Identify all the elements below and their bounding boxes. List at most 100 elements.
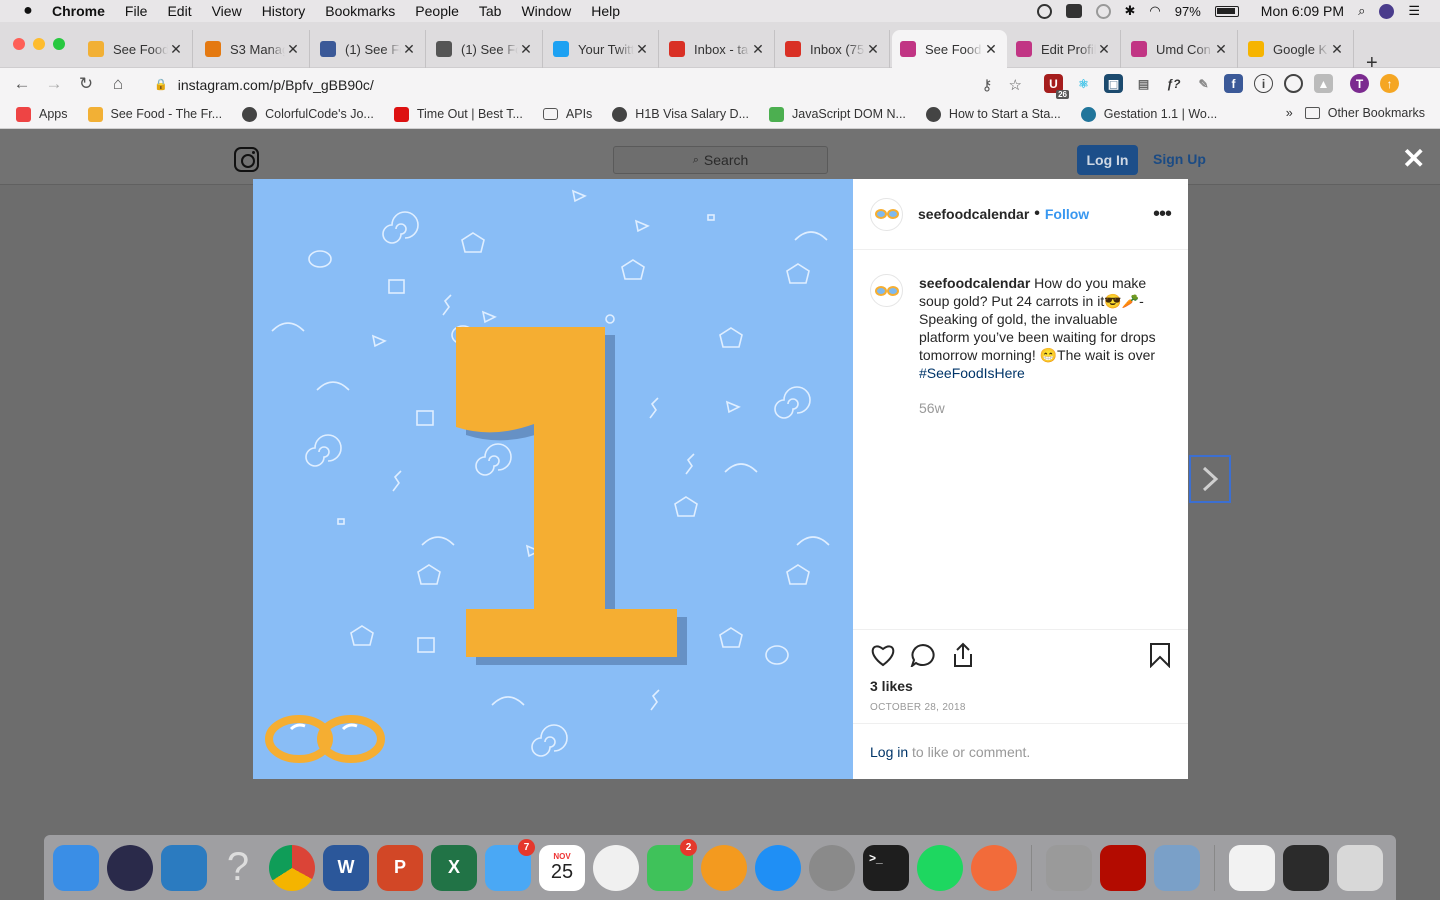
update-icon[interactable]: ↑ xyxy=(1380,74,1399,93)
messages-icon[interactable]: 7 xyxy=(485,838,535,891)
menu-file[interactable]: File xyxy=(125,3,148,19)
bluetooth-icon[interactable]: ✱ xyxy=(1125,3,1136,19)
like-heart-icon[interactable] xyxy=(870,643,896,667)
notification-center-icon[interactable]: ☰ xyxy=(1408,3,1420,19)
bookmark-3[interactable]: Time Out | Best T... xyxy=(393,106,523,122)
books-icon[interactable] xyxy=(701,844,747,891)
close-tab-icon[interactable]: ✕ xyxy=(634,41,650,58)
acrobat-icon[interactable] xyxy=(1100,844,1146,891)
apple-menu-icon[interactable]: ● xyxy=(18,2,38,20)
bookmark-5[interactable]: H1B Visa Salary D... xyxy=(612,106,749,122)
system-preferences-icon[interactable] xyxy=(809,844,855,891)
tab-7[interactable]: See Food ✕ xyxy=(892,30,1007,68)
close-tab-icon[interactable]: ✕ xyxy=(518,41,534,58)
generic-extension-icon[interactable]: ▲ xyxy=(1314,74,1333,93)
profile-avatar[interactable]: T xyxy=(1350,74,1369,93)
menu-view[interactable]: View xyxy=(212,3,242,19)
reload-icon[interactable]: ↻ xyxy=(70,74,102,94)
save-bookmark-icon[interactable] xyxy=(1149,642,1171,668)
calculator-icon[interactable] xyxy=(1046,844,1092,891)
caption-avatar[interactable] xyxy=(870,274,903,307)
preview-icon[interactable] xyxy=(1154,844,1200,891)
tab-8[interactable]: Edit Profile✕ xyxy=(1008,30,1121,68)
menu-bookmarks[interactable]: Bookmarks xyxy=(325,3,395,19)
comment-icon[interactable] xyxy=(910,643,936,667)
signup-link[interactable]: Sign Up xyxy=(1153,151,1206,167)
window-zoom-button[interactable] xyxy=(53,38,65,50)
postman-icon[interactable] xyxy=(971,844,1017,891)
menu-people[interactable]: People xyxy=(415,3,459,19)
circle-extension-icon[interactable] xyxy=(1284,74,1303,93)
instagram-logo-icon[interactable] xyxy=(234,147,259,172)
share-icon[interactable] xyxy=(950,642,976,668)
bookmark-star-icon[interactable]: ☆ xyxy=(1009,76,1022,94)
battery-icon[interactable] xyxy=(1214,5,1239,17)
bookmark-0[interactable]: Apps xyxy=(16,106,68,122)
chrome-icon[interactable] xyxy=(269,844,315,891)
word-icon[interactable]: W xyxy=(323,844,369,891)
terminal-icon[interactable]: >_ xyxy=(863,844,909,891)
lock-icon[interactable]: 🔒 xyxy=(154,78,168,91)
tab-2[interactable]: (1) See Food✕ xyxy=(312,30,426,68)
bookmark-1[interactable]: See Food - The Fr... xyxy=(87,106,222,122)
back-icon[interactable]: ← xyxy=(6,74,38,94)
close-tab-icon[interactable]: ✕ xyxy=(285,41,301,58)
tab-10[interactable]: Google K ✕ xyxy=(1240,30,1354,68)
post-age[interactable]: 56w xyxy=(919,399,1171,417)
bookmarks-overflow-button[interactable]: » xyxy=(1286,106,1293,120)
tab-4[interactable]: Your Twitter✕ xyxy=(545,30,659,68)
help-icon[interactable]: ? xyxy=(215,845,261,891)
calendar-icon[interactable]: NOV 25 xyxy=(539,844,585,891)
close-tab-icon[interactable]: ✕ xyxy=(865,41,881,58)
sync-icon[interactable] xyxy=(1095,3,1111,19)
bookmark-8[interactable]: Gestation 1.1 | Wo... xyxy=(1080,106,1217,122)
bookmark-7[interactable]: How to Start a Sta... xyxy=(925,106,1061,122)
close-tab-icon[interactable]: ✕ xyxy=(1213,41,1229,58)
post-image[interactable] xyxy=(253,179,853,779)
key-icon[interactable]: ⚷ xyxy=(982,76,993,94)
tab-6[interactable]: Inbox (75 ✕ xyxy=(777,30,890,68)
window-minimize-button[interactable] xyxy=(33,38,45,50)
spotify-icon[interactable] xyxy=(917,844,963,891)
close-tab-icon[interactable]: ✕ xyxy=(750,41,766,58)
close-tab-icon[interactable]: ✕ xyxy=(983,41,999,58)
appstore-icon[interactable] xyxy=(755,844,801,891)
creative-cloud-icon[interactable] xyxy=(1036,3,1052,19)
home-icon[interactable]: ⌂ xyxy=(102,74,134,94)
author-username[interactable]: seefoodcalendar xyxy=(918,206,1029,222)
url-text[interactable]: instagram.com/p/Bpfv_gBB90c/ xyxy=(178,77,374,93)
menu-tab[interactable]: Tab xyxy=(479,3,502,19)
layout-extension-icon[interactable]: ▤ xyxy=(1134,74,1153,93)
photos-icon[interactable] xyxy=(593,844,639,891)
trash-icon[interactable] xyxy=(1337,844,1383,891)
info-extension-icon[interactable]: i xyxy=(1254,74,1273,93)
spotlight-search-icon[interactable]: ⌕ xyxy=(1358,3,1365,19)
tab-3[interactable]: (1) See Food✕ xyxy=(428,30,543,68)
comment-login-link[interactable]: Log in xyxy=(870,744,908,760)
menu-history[interactable]: History xyxy=(262,3,306,19)
documents-icon[interactable] xyxy=(1229,844,1275,891)
like-count[interactable]: 3 likes xyxy=(870,678,1171,694)
powerpoint-icon[interactable]: P xyxy=(377,844,423,891)
ig-search-input[interactable]: ⌕ Search xyxy=(613,146,828,174)
bookmark-4[interactable]: APIs xyxy=(542,107,592,121)
window-close-button[interactable] xyxy=(13,38,25,50)
forward-icon[interactable]: → xyxy=(38,74,70,94)
tab-0[interactable]: See Food ✕ xyxy=(80,30,193,68)
close-tab-icon[interactable]: ✕ xyxy=(168,41,184,58)
finder-icon[interactable] xyxy=(53,844,99,891)
follow-button[interactable]: Follow xyxy=(1045,206,1089,222)
caption-username[interactable]: seefoodcalendar xyxy=(919,275,1030,291)
login-button[interactable]: Log In xyxy=(1077,145,1138,175)
menu-window[interactable]: Window xyxy=(521,3,571,19)
close-modal-icon[interactable]: ✕ xyxy=(1402,142,1425,175)
other-bookmarks[interactable]: Other Bookmarks xyxy=(1304,106,1425,120)
ublock-extension-icon[interactable]: U 26 xyxy=(1044,74,1069,99)
menu-edit[interactable]: Edit xyxy=(167,3,191,19)
activity-icon[interactable] xyxy=(1283,844,1329,891)
menu-help[interactable]: Help xyxy=(591,3,620,19)
tab-5[interactable]: Inbox - ta ✕ xyxy=(661,30,775,68)
fonts-extension-icon[interactable]: ƒ? xyxy=(1164,74,1183,93)
facebook-extension-icon[interactable]: f xyxy=(1224,74,1243,93)
wifi-icon[interactable]: ◠ xyxy=(1149,3,1160,19)
